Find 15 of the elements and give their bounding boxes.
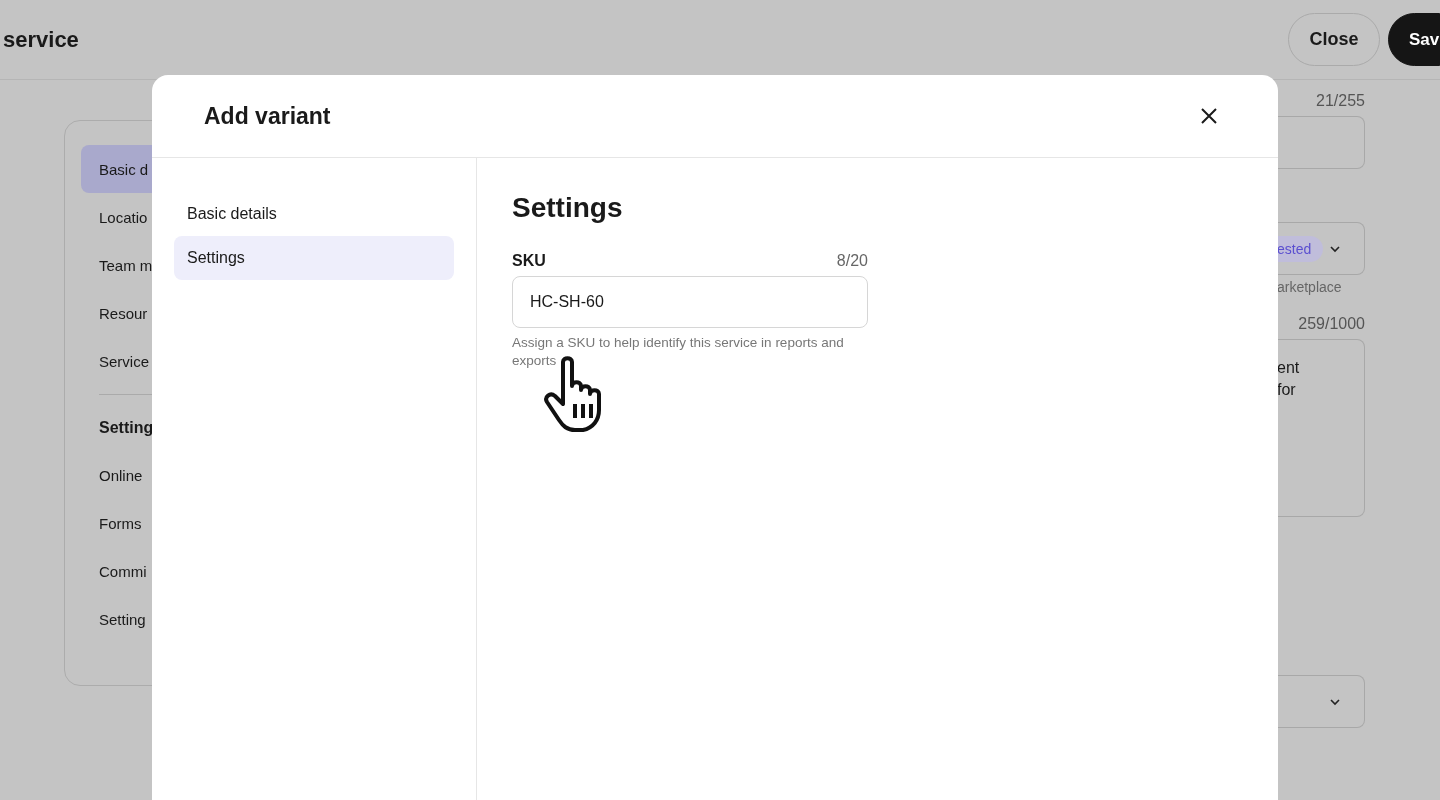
section-title: Setting (98, 419, 155, 437)
field-hint: arketplace (1277, 279, 1343, 295)
modal-nav-item[interactable]: Settings (174, 236, 454, 280)
sku-input[interactable]: HC-SH-60 (512, 276, 868, 328)
modal-nav-item[interactable]: Basic details (174, 192, 454, 236)
section-heading: Settings (512, 192, 624, 224)
status-badge: ested (1277, 235, 1324, 262)
character-counter: 259/1000 (1297, 315, 1365, 334)
save-button[interactable]: Sav (1388, 13, 1440, 66)
field-label: SKU (512, 252, 546, 270)
modal-title: Add variant (204, 102, 331, 130)
help-text: Assign a SKU to help identify this service in reports and exports (512, 334, 845, 370)
character-counter: 8/20 (836, 252, 868, 270)
character-counter: 21/255 (1315, 92, 1365, 111)
page-title: service (3, 26, 79, 53)
